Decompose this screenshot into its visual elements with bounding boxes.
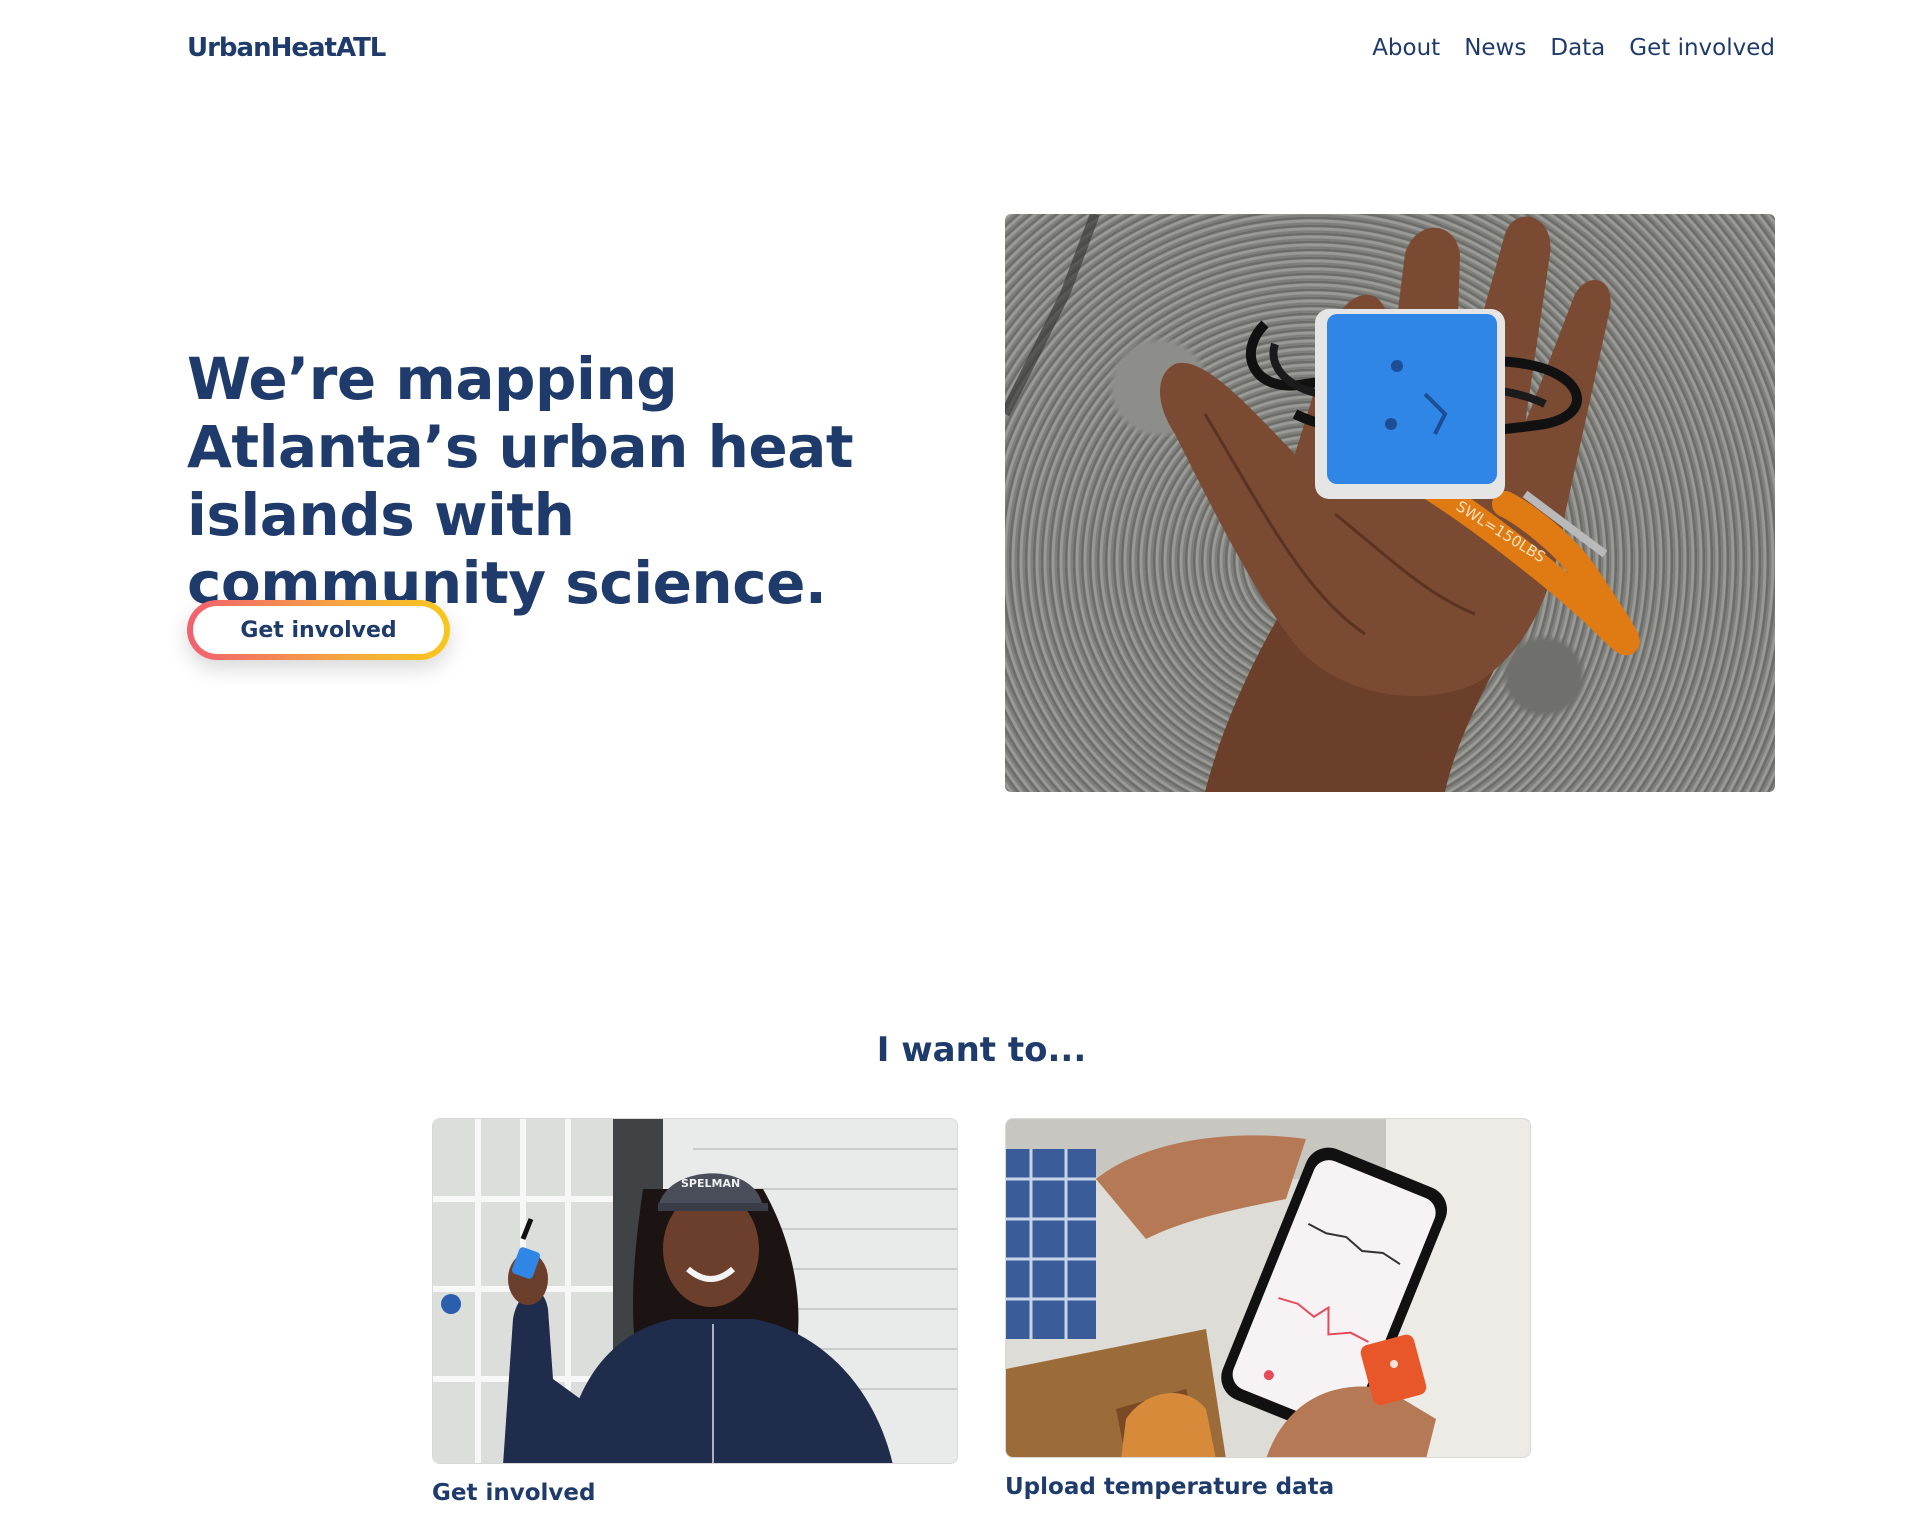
hero-title: We’re mapping Atlanta’s urban heat islan…	[187, 345, 854, 617]
volunteer-illustration: SPELMAN	[433, 1119, 957, 1463]
card-upload-data-label: Upload temperature data	[1005, 1474, 1335, 1500]
main-nav: About News Data Get involved	[1372, 35, 1775, 61]
card-get-involved-label: Get involved	[432, 1480, 596, 1506]
brand-logo[interactable]: UrbanHeatATL	[187, 33, 386, 63]
card-photo-phone-app	[1005, 1118, 1531, 1458]
phone-app-illustration	[1006, 1119, 1530, 1457]
card-get-involved[interactable]: SPELMAN Get involved	[432, 1118, 958, 1506]
site-header: UrbanHeatATL About News Data Get involve…	[187, 28, 1775, 68]
card-upload-data[interactable]: Upload temperature data	[1005, 1118, 1531, 1500]
nav-get-involved[interactable]: Get involved	[1629, 35, 1775, 61]
nav-news[interactable]: News	[1464, 35, 1526, 61]
nav-about[interactable]: About	[1372, 35, 1440, 61]
hero-get-involved-button[interactable]: Get involved	[193, 606, 444, 654]
cap-text: SPELMAN	[681, 1177, 740, 1190]
page: UrbanHeatATL About News Data Get involve…	[0, 0, 1920, 1536]
hero-cta-border: Get involved	[187, 600, 450, 660]
hero-photo-sensor-in-hand: SWL=150LBS	[1005, 214, 1775, 792]
section-title: I want to...	[876, 1030, 1087, 1070]
hero-photo-illustration: SWL=150LBS	[1005, 214, 1640, 792]
card-photo-volunteer: SPELMAN	[432, 1118, 958, 1464]
nav-data[interactable]: Data	[1550, 35, 1605, 61]
